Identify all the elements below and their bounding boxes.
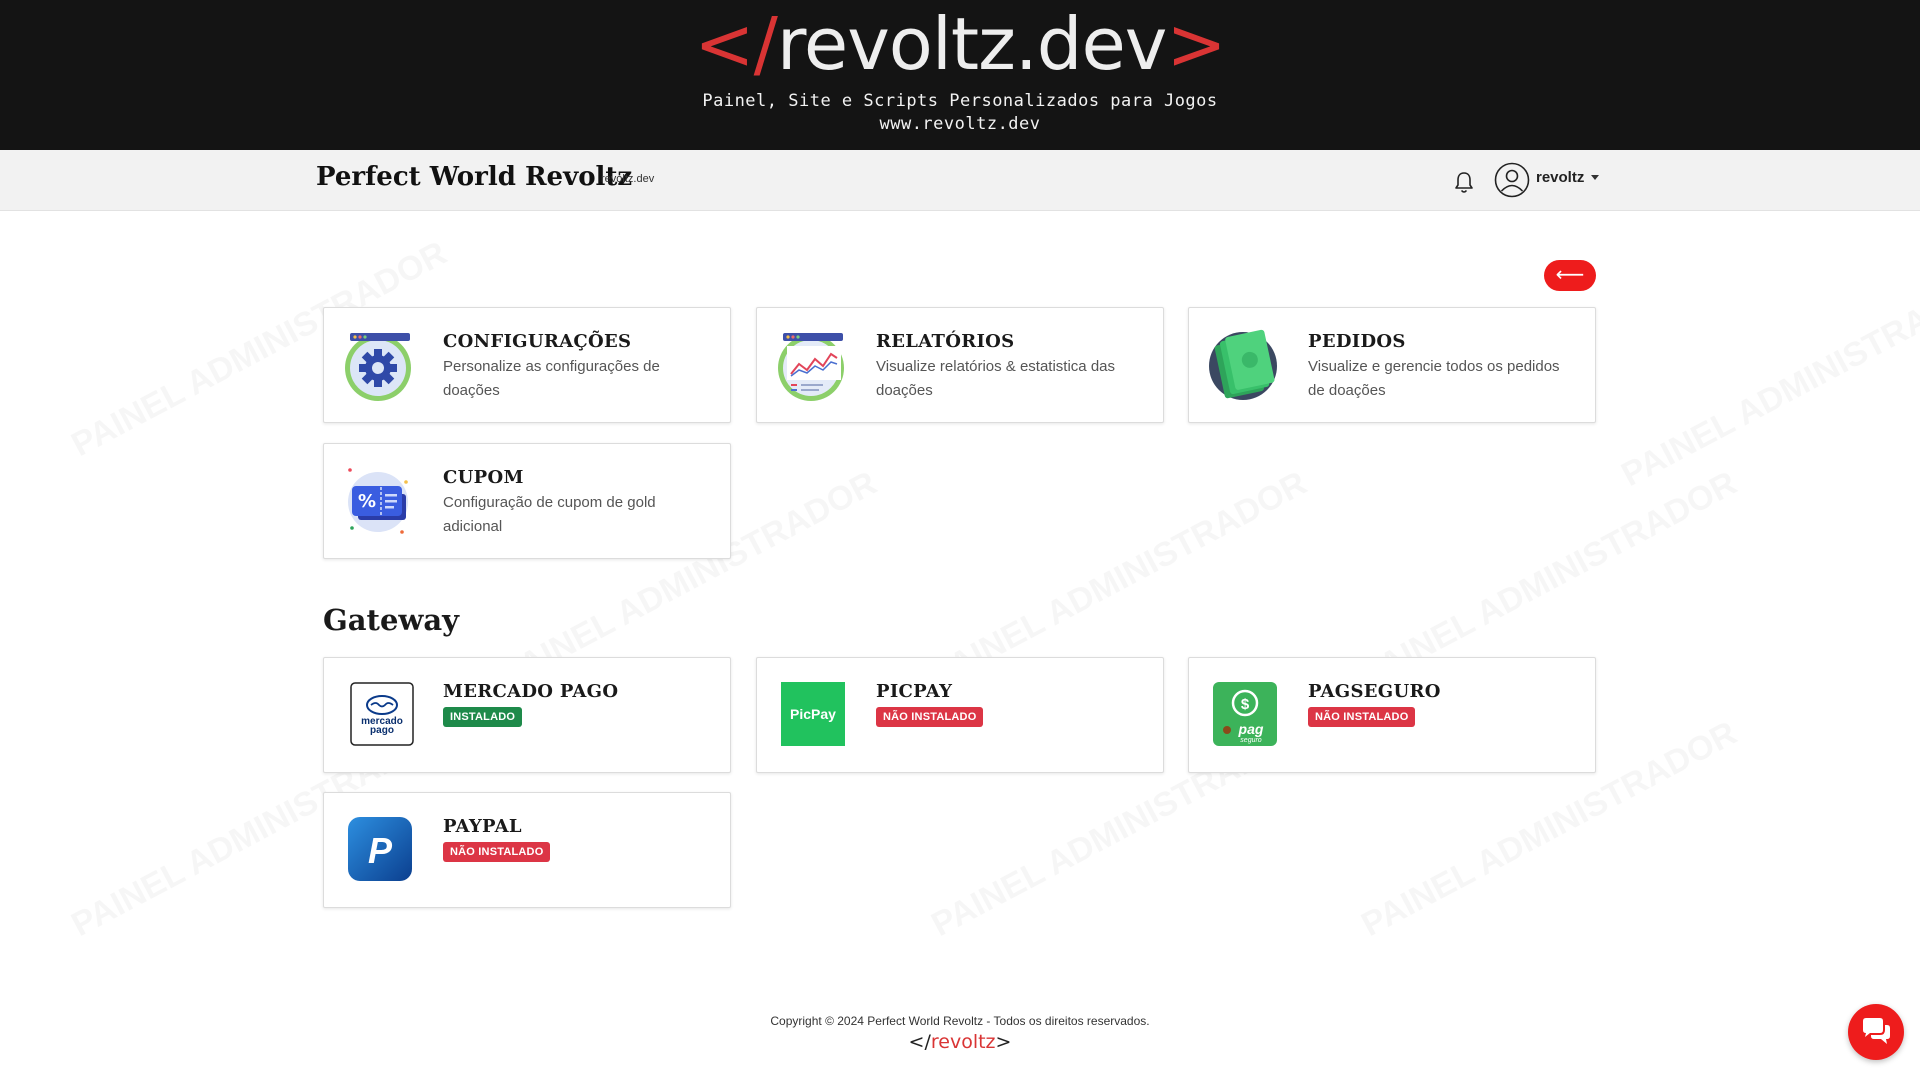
card-title: CUPOM: [443, 467, 524, 488]
card-cupom[interactable]: % CUPOM Configuração de cupom de gold ad…: [323, 443, 731, 559]
card-title: RELATÓRIOS: [876, 331, 1015, 352]
caret-down-icon[interactable]: [1591, 175, 1599, 180]
status-badge: NÃO INSTALADO: [1308, 707, 1416, 727]
top-banner: </revoltz.dev> Painel, Site e Scripts Pe…: [0, 0, 1920, 150]
gateway-card-mercado-pago[interactable]: mercado pago MERCADO PAGO INSTALADO: [323, 657, 731, 773]
svg-text:$: $: [1241, 696, 1250, 713]
user-name[interactable]: revoltz: [1536, 169, 1584, 186]
card-title: PEDIDOS: [1308, 331, 1406, 352]
gateway-title: MERCADO PAGO: [443, 681, 619, 702]
banner-tagline: Painel, Site e Scripts Personalizados pa…: [0, 90, 1920, 136]
pagseguro-logo: $ pag seguro: [1213, 682, 1277, 746]
banner-logo: </revoltz.dev>: [694, 2, 1226, 86]
status-badge: NÃO INSTALADO: [876, 707, 984, 727]
card-pedidos[interactable]: PEDIDOS Visualize e gerencie todos os pe…: [1188, 307, 1596, 423]
gateway-title: PAGSEGURO: [1308, 681, 1441, 702]
footer-copyright: Copyright © 2024 Perfect World Revoltz -…: [770, 1014, 1150, 1028]
navbar: Perfect World Revoltz revoltz.dev revolt…: [0, 150, 1920, 211]
tagline-line-2: www.revoltz.dev: [879, 114, 1041, 134]
watermark: PAINEL ADMINISTRADOR: [1615, 264, 1920, 495]
money-bills-icon: [1209, 326, 1281, 402]
card-title: CONFIGURAÇÕES: [443, 331, 632, 352]
card-description: Configuração de cupom de gold adicional: [443, 494, 656, 535]
gateway-section-title: Gateway: [323, 603, 460, 637]
svg-text:PicPay: PicPay: [790, 706, 836, 722]
back-button[interactable]: ⟵: [1544, 260, 1596, 291]
footer-logo[interactable]: </revoltz>: [0, 1031, 1920, 1053]
gateway-card-pagseguro[interactable]: $ pag seguro PAGSEGURO NÃO INSTALADO: [1188, 657, 1596, 773]
coupon-icon: %: [344, 462, 416, 538]
card-description: Visualize relatórios & estatistica das d…: [876, 358, 1116, 399]
tagline-line-1: Painel, Site e Scripts Personalizados pa…: [702, 91, 1218, 111]
chat-bubbles-icon: [1863, 1018, 1890, 1044]
report-chart-icon: [777, 326, 849, 402]
svg-text:pago: pago: [370, 725, 394, 736]
brand-title[interactable]: Perfect World Revoltz: [316, 162, 632, 192]
svg-text:seguro: seguro: [1240, 737, 1262, 744]
card-description: Personalize as configurações de doações: [443, 358, 660, 399]
gateway-card-picpay[interactable]: PicPay PICPAY NÃO INSTALADO: [756, 657, 1164, 773]
gateway-card-paypal[interactable]: P PAYPAL NÃO INSTALADO: [323, 792, 731, 908]
user-avatar-icon[interactable]: [1494, 162, 1530, 198]
status-badge: INSTALADO: [443, 707, 523, 727]
chat-button[interactable]: [1848, 1004, 1904, 1060]
gateway-title: PICPAY: [876, 681, 953, 702]
svg-text:pag: pag: [1238, 721, 1264, 737]
picpay-logo: PicPay: [781, 682, 845, 746]
svg-text:P: P: [368, 830, 393, 871]
status-badge: NÃO INSTALADO: [443, 842, 551, 862]
card-relatorios[interactable]: RELATÓRIOS Visualize relatórios & estati…: [756, 307, 1164, 423]
card-description: Visualize e gerencie todos os pedidos de…: [1308, 358, 1560, 399]
paypal-logo: P: [348, 817, 412, 881]
card-configuracoes[interactable]: CONFIGURAÇÕES Personalize as configuraçõ…: [323, 307, 731, 423]
svg-text:%: %: [358, 491, 376, 512]
bell-icon[interactable]: [1453, 171, 1475, 195]
settings-gear-icon: [344, 326, 416, 402]
mercado-pago-logo: mercado pago: [350, 682, 414, 746]
brand-subtitle: revoltz.dev: [601, 173, 655, 185]
gateway-title: PAYPAL: [443, 816, 522, 837]
